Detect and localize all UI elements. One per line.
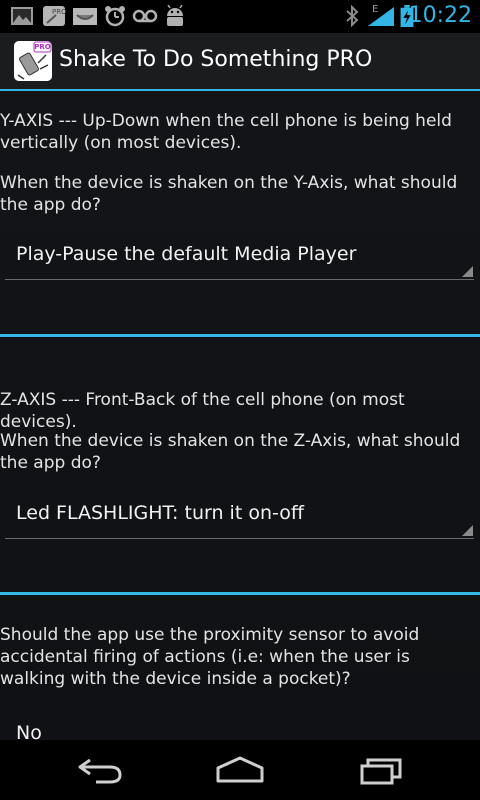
image-icon [11,7,33,25]
z-axis-selected-action: Led FLASHLIGHT: turn it on-off [16,502,304,524]
navigation-bar [0,740,480,800]
settings-content[interactable]: Y-AXIS --- Up-Down when the cell phone i… [0,91,480,740]
proximity-question: Should the app use the proximity sensor … [0,625,420,689]
action-bar: PRO Shake To Do Something PRO [0,33,480,89]
home-icon[interactable] [214,754,266,786]
app-logo-icon[interactable]: PRO [14,41,52,81]
clock-time: 10:22 [408,3,472,28]
status-bar: PRO E 10:22 [0,0,480,33]
android-icon [167,5,183,26]
tray-icon [73,8,97,25]
section-divider [0,334,480,337]
svg-text:PRO: PRO [52,8,66,16]
dropdown-arrow-icon [462,266,473,277]
recents-icon[interactable] [358,754,404,786]
proximity-spinner[interactable]: No [5,712,474,740]
y-axis-selected-action: Play-Pause the default Media Player [16,243,357,265]
app-title: Shake To Do Something PRO [59,47,373,72]
voicemail-icon [132,9,158,23]
bluetooth-icon [346,5,359,27]
section-divider [0,592,480,595]
y-axis-description: Y-AXIS --- Up-Down when the cell phone i… [0,111,452,153]
pro-app-icon: PRO [43,6,66,26]
z-axis-action-spinner[interactable]: Led FLASHLIGHT: turn it on-off [5,492,474,539]
app-logo-badge: PRO [34,43,51,51]
dropdown-arrow-icon [462,525,473,536]
signal-icon [368,7,394,26]
z-axis-description: Z-AXIS --- Front-Back of the cell phone … [0,390,405,432]
z-axis-question: When the device is shaken on the Z-Axis,… [0,431,461,473]
back-icon[interactable] [76,754,124,786]
y-axis-action-spinner[interactable]: Play-Pause the default Media Player [5,233,474,280]
proximity-selected-option: No [16,722,42,740]
y-axis-question: When the device is shaken on the Y-Axis,… [0,173,458,215]
alarm-icon [105,6,125,27]
